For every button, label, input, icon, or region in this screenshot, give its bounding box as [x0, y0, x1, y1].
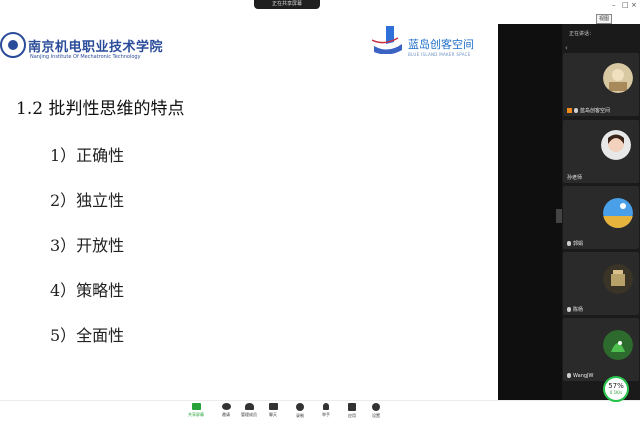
raise-hand-button[interactable]: 举手 [314, 403, 338, 418]
school-logo: 南京机电职业技术学院 Nanjing Institute Of Mechatro… [0, 26, 170, 64]
avatar [601, 130, 631, 160]
avatar [603, 63, 633, 93]
network-percent: 57% [608, 382, 624, 390]
avatar [603, 198, 633, 228]
participant-tile[interactable]: WangJW [563, 318, 639, 381]
chat-icon [268, 403, 278, 410]
participant-tile[interactable]: 蓝岛创客空间 [563, 53, 639, 116]
invite-button[interactable]: 邀请 [214, 403, 238, 418]
participant-name: 蓝岛创客空间 [567, 107, 610, 114]
avatar [603, 264, 633, 294]
meeting-toolbar: 共享屏幕 邀请 管理成员 聊天 录制 举手 应用 设置 [0, 400, 640, 421]
participant-tile[interactable]: 陈杨 [563, 252, 639, 315]
slide-item: 3）开放性 [50, 236, 125, 255]
network-speed: 0.1K/s [609, 390, 623, 395]
participant-name: 孙老师 [567, 175, 583, 181]
participant-name: 陈杨 [567, 306, 583, 313]
network-status-badge[interactable]: 57% 0.1K/s [603, 376, 629, 402]
close-icon[interactable]: × [631, 1, 637, 9]
record-icon [296, 403, 304, 411]
school-name: 南京机电职业技术学院 [28, 40, 164, 55]
invite-icon [221, 403, 231, 410]
share-screen-icon [191, 403, 201, 410]
minimize-icon[interactable]: – [612, 1, 616, 9]
slide-heading: 1.2 批判性思维的特点 [16, 99, 185, 119]
avatar [603, 330, 633, 360]
top-bar: 正在共享屏幕 – □ × [0, 0, 640, 12]
participant-name: 郭娟 [567, 240, 583, 247]
participant-tile[interactable]: 孙老师 [563, 120, 639, 183]
settings-icon [372, 403, 380, 411]
collapse-arrow-icon[interactable]: ‹ [565, 44, 568, 52]
record-button[interactable]: 录制 [288, 403, 312, 419]
raise-hand-icon [323, 403, 329, 410]
settings-button[interactable]: 设置 [364, 403, 388, 419]
slide-item: 4）策略性 [50, 281, 125, 300]
screen-share-indicator[interactable]: 正在共享屏幕 [254, 0, 320, 9]
brand-wave-icon [372, 26, 402, 54]
mic-icon [567, 241, 571, 246]
shared-slide: 南京机电职业技术学院 Nanjing Institute Of Mechatro… [0, 24, 498, 400]
brand-logo: 蓝岛创客空间 BLUE ISLAND MAKER SPACE [350, 24, 498, 64]
speaking-label: 正在讲话： [569, 31, 595, 37]
apps-icon [348, 403, 356, 411]
maximize-icon[interactable]: □ [622, 1, 629, 9]
slide-item: 2）独立性 [50, 191, 125, 210]
share-screen-button[interactable]: 共享屏幕 [184, 403, 208, 418]
brand-english-name: BLUE ISLAND MAKER SPACE [408, 52, 471, 57]
mic-icon [567, 307, 571, 312]
school-english-name: Nanjing Institute Of Mechatronic Technol… [30, 54, 141, 60]
brand-name: 蓝岛创客空间 [408, 38, 474, 51]
view-button[interactable]: 视图 [596, 14, 612, 24]
participant-tile[interactable]: 郭娟 [563, 186, 639, 249]
slide-item: 1）正确性 [50, 146, 125, 165]
members-icon [244, 403, 254, 410]
mic-icon [567, 373, 571, 378]
school-emblem-icon [0, 32, 26, 58]
slide-item: 5）全面性 [50, 326, 125, 345]
host-badge-icon [567, 108, 572, 113]
chat-button[interactable]: 聊天 [261, 403, 285, 418]
participant-name: WangJW [567, 373, 593, 379]
mic-icon [574, 108, 578, 113]
manage-members-button[interactable]: 管理成员 [237, 403, 261, 418]
apps-button[interactable]: 应用 [340, 403, 364, 419]
